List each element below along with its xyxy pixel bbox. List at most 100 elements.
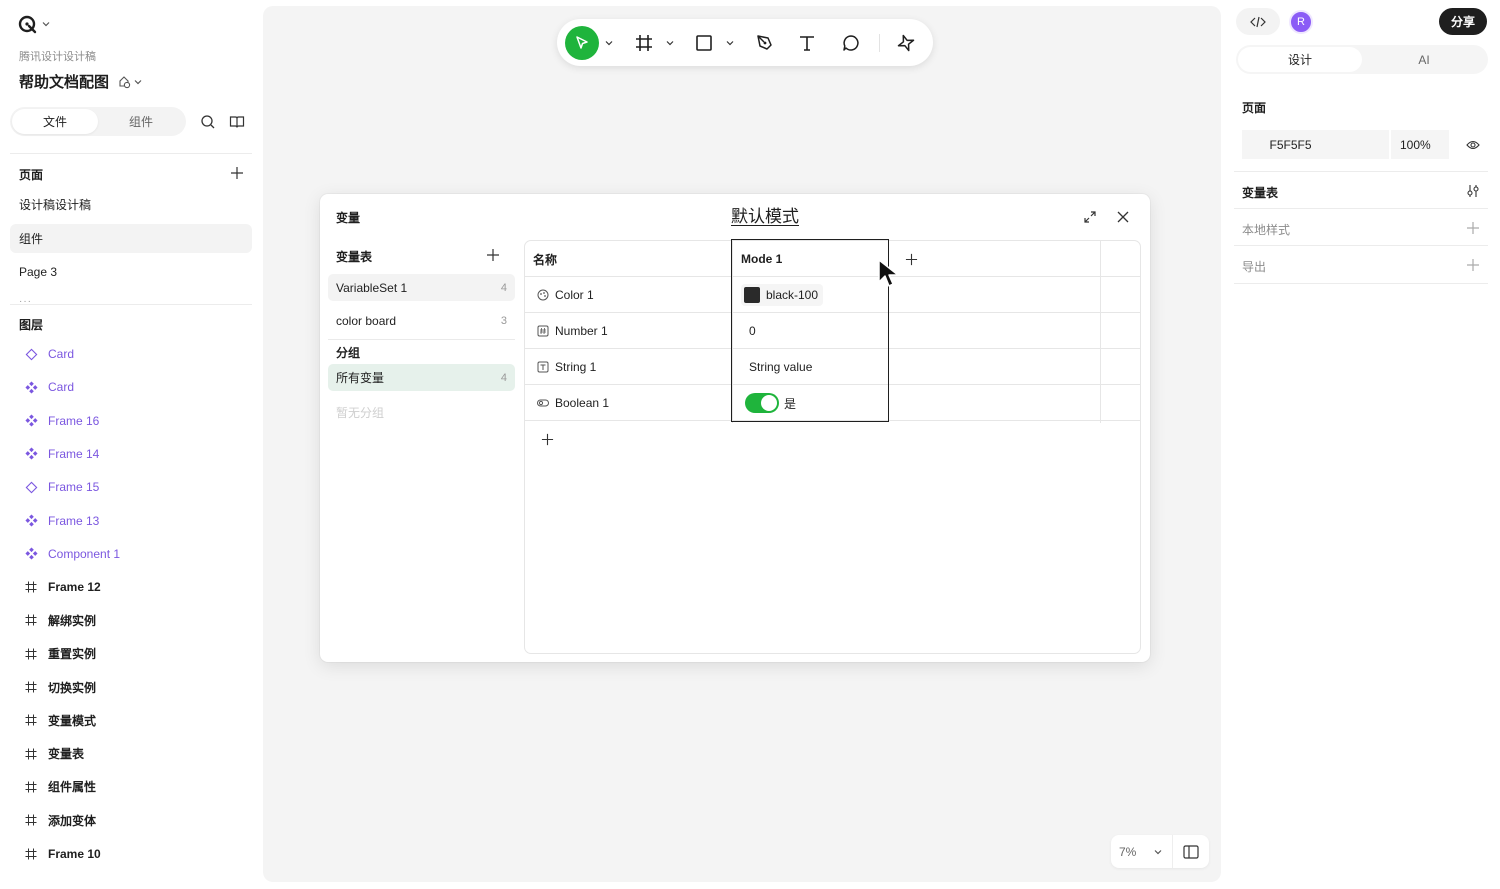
- toolbar-separator: [879, 33, 880, 52]
- tab-ai[interactable]: AI: [1362, 47, 1486, 72]
- frame-icon: [24, 647, 38, 661]
- page-opacity-field[interactable]: 100%: [1391, 130, 1449, 159]
- file-status[interactable]: [117, 75, 142, 89]
- app-menu[interactable]: [18, 14, 50, 34]
- layer-item[interactable]: Card: [24, 377, 74, 397]
- add-variable-button[interactable]: [541, 421, 554, 457]
- variable-value-cell[interactable]: black-100: [741, 277, 824, 313]
- component-icon: [24, 547, 38, 561]
- layer-name: Frame 13: [48, 513, 100, 528]
- move-tool-menu[interactable]: [601, 25, 617, 61]
- variable-value-cell[interactable]: 是: [745, 385, 796, 421]
- layer-item[interactable]: 解绑实例: [24, 610, 96, 630]
- layer-item[interactable]: Frame 14: [24, 444, 99, 464]
- expand-icon[interactable]: [1083, 210, 1097, 224]
- layer-item[interactable]: Frame 13: [24, 511, 99, 531]
- group-item-selected[interactable]: 所有变量 4: [328, 364, 515, 391]
- layer-item[interactable]: 变量表: [24, 744, 84, 764]
- divider[interactable]: [10, 304, 252, 305]
- move-tool-icon: [576, 35, 588, 49]
- variable-name-cell[interactable]: Boolean 1: [537, 385, 609, 421]
- divider: [1234, 208, 1488, 209]
- avatar[interactable]: R: [1289, 10, 1313, 34]
- variable-name-cell[interactable]: Color 1: [537, 277, 594, 313]
- comment-tool[interactable]: [829, 25, 873, 61]
- book-icon[interactable]: [229, 114, 245, 130]
- layer-item[interactable]: Card: [24, 344, 74, 364]
- tab-design[interactable]: 设计: [1238, 47, 1362, 72]
- page-color-field[interactable]: F5F5F5: [1242, 130, 1389, 159]
- text-tool-icon: [800, 35, 814, 51]
- layer-item[interactable]: Frame 10: [24, 844, 101, 864]
- layer-item[interactable]: Frame 16: [24, 411, 99, 431]
- layer-item[interactable]: Component 1: [24, 544, 120, 564]
- rectangle-tool[interactable]: [685, 25, 723, 61]
- groups-title: 分组: [336, 346, 361, 360]
- variable-name: Number 1: [555, 324, 608, 338]
- variables-panel: 变量 默认模式 变量表 VariableSet 1 4 color board …: [320, 194, 1150, 662]
- tab-components[interactable]: 组件: [98, 109, 184, 134]
- layer-item[interactable]: 变量模式: [24, 710, 96, 730]
- code-icon: [1250, 16, 1266, 27]
- page-item[interactable]: Page 3: [10, 257, 252, 286]
- chevron-down-icon: [134, 79, 142, 84]
- table-row[interactable]: Color 1 black-100: [525, 277, 1140, 313]
- text-tool[interactable]: [785, 25, 829, 61]
- variable-name-cell[interactable]: String 1: [537, 349, 596, 385]
- add-mode-button[interactable]: [905, 241, 918, 277]
- layer-item[interactable]: 重置实例: [24, 644, 96, 664]
- layer-item[interactable]: Frame 15: [24, 477, 99, 497]
- move-tool[interactable]: [563, 25, 601, 61]
- add-export-icon[interactable]: [1466, 258, 1480, 272]
- add-page-icon[interactable]: [230, 166, 244, 180]
- color-value-chip[interactable]: black-100: [741, 284, 824, 306]
- frame-icon: [24, 580, 38, 594]
- frame-tool[interactable]: [625, 25, 663, 61]
- toggle-panel-button[interactable]: [1173, 844, 1209, 859]
- plus-icon: [905, 253, 918, 265]
- ai-tool[interactable]: [886, 25, 926, 61]
- variable-set-item[interactable]: VariableSet 1 4: [328, 274, 515, 301]
- dev-mode-button[interactable]: [1236, 8, 1280, 35]
- table-row[interactable]: Number 1 0: [525, 313, 1140, 349]
- page-item-selected[interactable]: 组件: [10, 224, 252, 253]
- frame-icon: [24, 680, 38, 694]
- page-item[interactable]: 设计稿设计稿: [10, 190, 252, 219]
- frame-icon: [24, 813, 38, 827]
- variable-name-cell[interactable]: Number 1: [537, 313, 608, 349]
- tab-files[interactable]: 文件: [12, 109, 98, 134]
- right-tabs: 设计 AI: [1236, 45, 1488, 74]
- layer-item[interactable]: Frame 12: [24, 577, 101, 597]
- layer-name: 切换实例: [48, 680, 97, 695]
- variables-section-title: 变量表: [1242, 186, 1279, 200]
- layer-item[interactable]: 切换实例: [24, 677, 96, 697]
- share-button[interactable]: 分享: [1439, 8, 1487, 35]
- pen-tool[interactable]: [745, 25, 785, 61]
- variable-set-count: 3: [500, 314, 507, 327]
- layer-item[interactable]: 添加变体: [24, 810, 96, 830]
- export-title: 导出: [1242, 260, 1267, 274]
- zoom-select[interactable]: 7%: [1111, 845, 1172, 859]
- boolean-toggle[interactable]: [745, 393, 779, 413]
- variable-value[interactable]: 0: [749, 313, 756, 349]
- close-icon[interactable]: [1116, 210, 1130, 224]
- column-header-mode[interactable]: Mode 1: [741, 241, 782, 277]
- table-row[interactable]: Boolean 1 是: [525, 385, 1140, 421]
- search-icon[interactable]: [200, 114, 216, 130]
- eye-icon[interactable]: [1466, 138, 1480, 152]
- cloud-sync-icon: [119, 75, 131, 88]
- rectangle-tool-menu[interactable]: [723, 25, 737, 61]
- variable-set-item[interactable]: color board 3: [328, 307, 515, 334]
- layer-name: 添加变体: [48, 813, 97, 828]
- add-variable-set-icon[interactable]: [486, 248, 500, 262]
- frame-tool-menu[interactable]: [663, 25, 677, 61]
- mode-title[interactable]: 默认模式: [731, 202, 799, 227]
- add-style-icon[interactable]: [1466, 221, 1480, 235]
- file-title[interactable]: 帮助文档配图: [19, 71, 142, 92]
- variable-value[interactable]: String value: [749, 349, 812, 385]
- layer-name: 变量表: [48, 747, 85, 762]
- layer-item[interactable]: 组件属性: [24, 777, 96, 797]
- variables-settings-icon[interactable]: [1466, 184, 1480, 198]
- variable-name: Color 1: [555, 288, 594, 302]
- table-row[interactable]: String 1 String value: [525, 349, 1140, 385]
